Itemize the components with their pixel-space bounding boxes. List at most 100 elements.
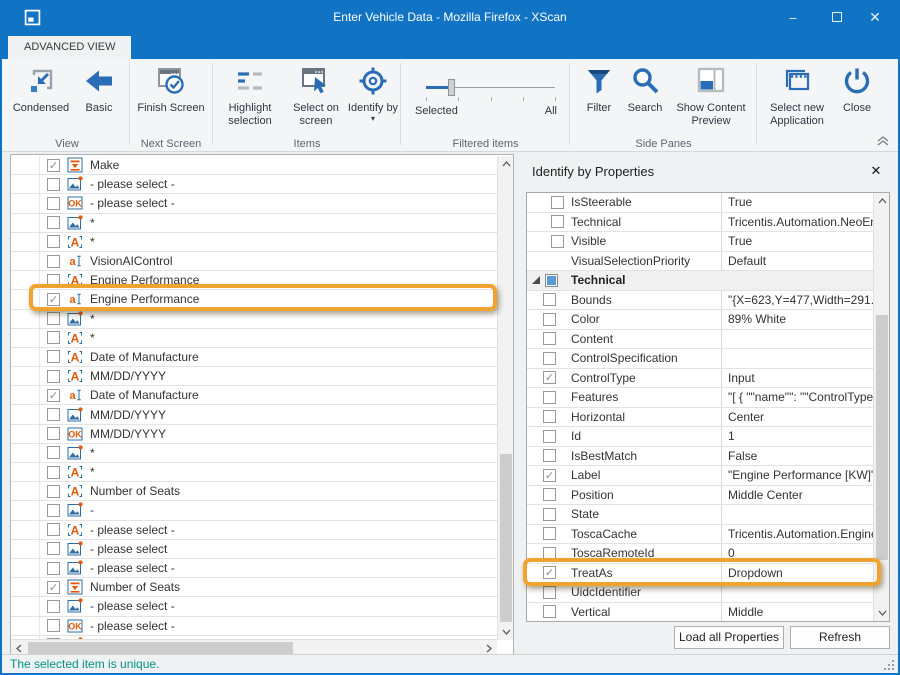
- checkbox-checked[interactable]: ✓: [47, 389, 60, 402]
- tree-row[interactable]: - please select -: [11, 175, 497, 194]
- tree-row[interactable]: A- please select -: [11, 521, 497, 540]
- property-row[interactable]: Color89% White: [527, 310, 873, 330]
- property-row[interactable]: ToscaCacheTricentis.Automation.Engine...: [527, 525, 873, 545]
- checkbox-unchecked[interactable]: [543, 488, 556, 501]
- checkbox-unchecked[interactable]: [47, 600, 60, 613]
- property-group-row[interactable]: Technical: [527, 271, 873, 291]
- property-row[interactable]: ✓TreatAsDropdown: [527, 564, 873, 584]
- checkbox-unchecked[interactable]: [47, 466, 60, 479]
- tree-row[interactable]: A*: [11, 463, 497, 482]
- close-scan-button[interactable]: Close: [836, 62, 878, 115]
- tree-row[interactable]: *: [11, 214, 497, 233]
- property-value[interactable]: [721, 330, 873, 349]
- property-row[interactable]: PositionMiddle Center: [527, 486, 873, 506]
- property-value[interactable]: Middle: [721, 603, 873, 622]
- collapse-ribbon-icon[interactable]: [876, 135, 890, 147]
- property-value[interactable]: Tricentis.Automation.NeoEn...: [721, 213, 873, 232]
- tree-row[interactable]: OKMM/DD/YYYY: [11, 425, 497, 444]
- property-row[interactable]: State: [527, 505, 873, 525]
- property-value[interactable]: Dropdown: [721, 564, 873, 583]
- property-value[interactable]: Middle Center: [721, 486, 873, 505]
- checkbox-unchecked[interactable]: [543, 605, 556, 618]
- property-row[interactable]: ToscaRemoteId0: [527, 544, 873, 564]
- tree-row[interactable]: OK- please select -: [11, 617, 497, 636]
- checkbox-unchecked[interactable]: [47, 350, 60, 363]
- checkbox-unchecked[interactable]: [47, 485, 60, 498]
- checkbox-unchecked[interactable]: [47, 562, 60, 575]
- checkbox-unchecked[interactable]: [47, 446, 60, 459]
- checkbox-unchecked[interactable]: [47, 331, 60, 344]
- load-all-properties-button[interactable]: Load all Properties: [674, 626, 784, 649]
- checkbox-unchecked[interactable]: [543, 352, 556, 365]
- scroll-up-icon[interactable]: [874, 193, 890, 209]
- identify-by-button[interactable]: Identify by ▾: [346, 62, 400, 122]
- search-button[interactable]: Search: [621, 62, 669, 115]
- checkbox-checked[interactable]: ✓: [543, 566, 556, 579]
- property-row[interactable]: VisibleTrue: [527, 232, 873, 252]
- checkbox-unchecked[interactable]: [543, 586, 556, 599]
- property-row[interactable]: Content: [527, 330, 873, 350]
- property-value[interactable]: True: [721, 232, 873, 251]
- property-row[interactable]: IsBestMatchFalse: [527, 447, 873, 467]
- tree-row[interactable]: ✓aDate of Manufacture: [11, 386, 497, 405]
- finish-screen-button[interactable]: Finish Screen: [136, 62, 206, 115]
- property-value[interactable]: "{X=623,Y=477,Width=291...: [721, 291, 873, 310]
- property-value[interactable]: True: [721, 193, 873, 212]
- tree-row[interactable]: - please select: [11, 540, 497, 559]
- scroll-up-icon[interactable]: [498, 156, 514, 172]
- show-content-preview-button[interactable]: Show Content Preview: [669, 62, 753, 128]
- checkbox-unchecked[interactable]: [47, 619, 60, 632]
- resize-grip[interactable]: [884, 660, 895, 671]
- property-row[interactable]: Features"[ { ""name"": ""ControlType...: [527, 388, 873, 408]
- checkbox-checked[interactable]: ✓: [47, 159, 60, 172]
- property-value[interactable]: "Engine Performance [KW]": [721, 466, 873, 485]
- tree-row[interactable]: ✓Number of Seats: [11, 578, 497, 597]
- tree-vscroll-thumb[interactable]: [500, 454, 512, 622]
- basic-button[interactable]: Basic: [74, 62, 124, 115]
- property-row[interactable]: TechnicalTricentis.Automation.NeoEn...: [527, 213, 873, 233]
- checkbox-unchecked[interactable]: [543, 547, 556, 560]
- tree-row[interactable]: MM/DD/YYYY: [11, 405, 497, 424]
- tree-row[interactable]: ADate of Manufacture: [11, 348, 497, 367]
- property-row[interactable]: Id1: [527, 427, 873, 447]
- tree-row[interactable]: *: [11, 444, 497, 463]
- checkbox-unchecked[interactable]: [47, 427, 60, 440]
- property-row[interactable]: ✓ControlTypeInput: [527, 369, 873, 389]
- tree-row[interactable]: OK- please select -: [11, 194, 497, 213]
- property-value[interactable]: 89% White: [721, 310, 873, 329]
- property-value[interactable]: 0: [721, 544, 873, 563]
- checkbox-unchecked[interactable]: [543, 332, 556, 345]
- checkbox-unchecked[interactable]: [543, 527, 556, 540]
- property-value[interactable]: Center: [721, 408, 873, 427]
- highlight-selection-button[interactable]: Highlight selection: [216, 62, 284, 128]
- tree-row[interactable]: *: [11, 310, 497, 329]
- checkbox-unchecked[interactable]: [47, 370, 60, 383]
- checkbox-unchecked[interactable]: [47, 542, 60, 555]
- grid-vscroll-thumb[interactable]: [876, 315, 888, 560]
- tree-row[interactable]: - please select -: [11, 559, 497, 578]
- tree-row[interactable]: -: [11, 501, 497, 520]
- tree-row[interactable]: - please select -: [11, 597, 497, 616]
- checkbox-checked[interactable]: ✓: [47, 293, 60, 306]
- property-row[interactable]: Bounds"{X=623,Y=477,Width=291...: [527, 291, 873, 311]
- tree-hscroll-thumb[interactable]: [28, 642, 293, 654]
- scroll-down-icon[interactable]: [874, 605, 890, 621]
- tree-row[interactable]: aVisionAIControl: [11, 252, 497, 271]
- checkbox-unchecked[interactable]: [551, 196, 564, 209]
- checkbox-unchecked[interactable]: [543, 410, 556, 423]
- property-value[interactable]: [721, 583, 873, 602]
- property-value[interactable]: Input: [721, 369, 873, 388]
- maximize-button[interactable]: [820, 2, 854, 33]
- checkbox-checked[interactable]: ✓: [543, 371, 556, 384]
- expand-collapse-icon[interactable]: [531, 275, 541, 285]
- checkbox-unchecked[interactable]: [47, 235, 60, 248]
- property-row[interactable]: IsSteerableTrue: [527, 193, 873, 213]
- checkbox-unchecked[interactable]: [543, 449, 556, 462]
- filter-button[interactable]: Filter: [577, 62, 621, 115]
- select-on-screen-button[interactable]: Select on screen: [286, 62, 346, 128]
- property-value[interactable]: "[ { ""name"": ""ControlType...: [721, 388, 873, 407]
- condensed-button[interactable]: Condensed: [10, 62, 72, 115]
- checkbox-unchecked[interactable]: [543, 313, 556, 326]
- checkbox-unchecked[interactable]: [47, 216, 60, 229]
- checkbox-unchecked[interactable]: [543, 391, 556, 404]
